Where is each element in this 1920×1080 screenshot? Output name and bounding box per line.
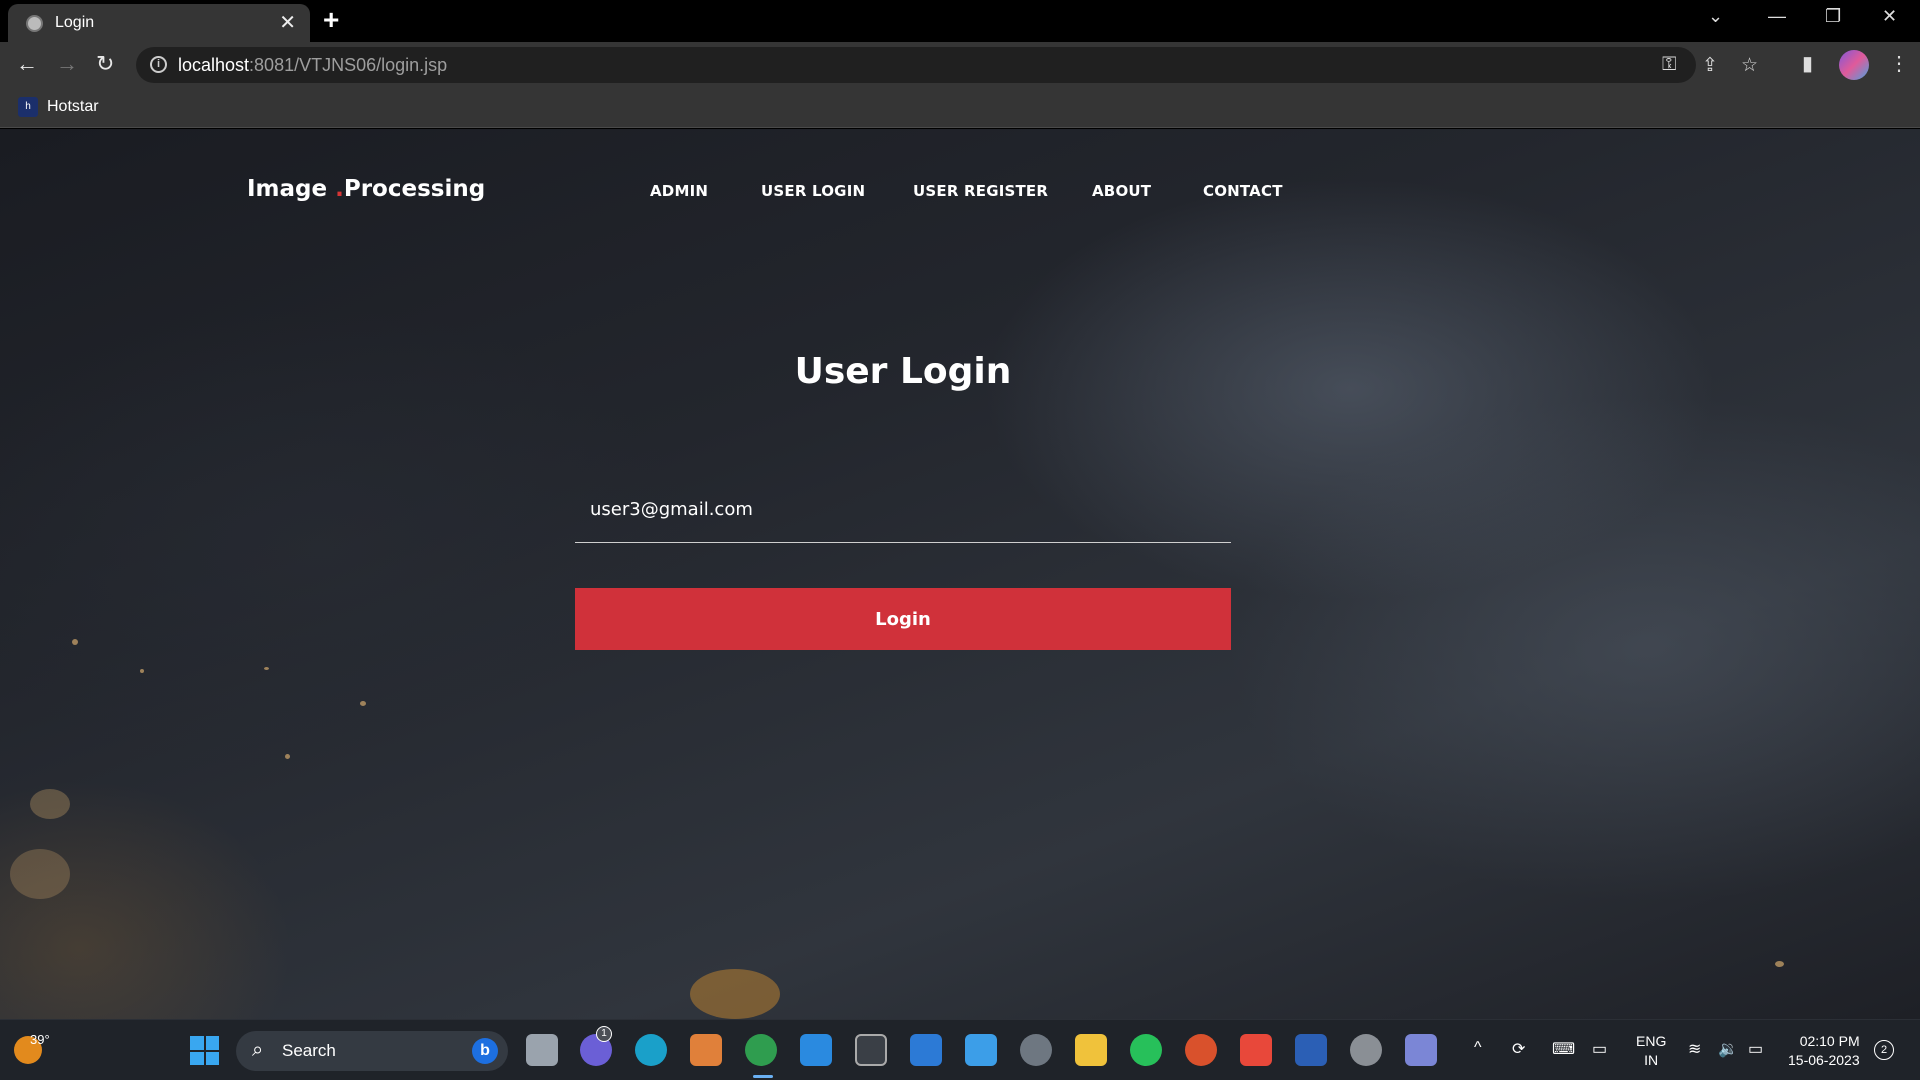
nav-contact[interactable]: CONTACT <box>1203 182 1283 200</box>
key-icon[interactable]: ⚿ <box>1662 54 1676 76</box>
teams-badge: 1 <box>596 1026 612 1042</box>
chevron-up-icon[interactable]: ^ <box>1474 1039 1482 1057</box>
bookmark-hotstar[interactable]: Hotstar <box>47 98 99 116</box>
vscode-icon[interactable] <box>800 1034 832 1066</box>
globe-icon <box>26 15 43 32</box>
tablet-icon[interactable]: ▭ <box>1592 1039 1607 1059</box>
bookmarks-bar: h Hotstar <box>0 88 1920 128</box>
lang-code: ENG <box>1636 1033 1667 1049</box>
close-tab-icon[interactable]: ✕ <box>279 10 296 35</box>
clock-time: 02:10 PM <box>1799 1033 1860 1049</box>
site-brand[interactable]: Image .Processing <box>247 176 485 202</box>
eclipse-icon[interactable] <box>1405 1034 1437 1066</box>
wifi-icon[interactable]: ≋ <box>1688 1039 1701 1059</box>
nav-user-login[interactable]: USER LOGIN <box>761 182 865 200</box>
volume-icon[interactable]: 🔉 <box>1718 1039 1738 1059</box>
battery-icon[interactable]: ▭ <box>1748 1039 1763 1059</box>
nav-about[interactable]: ABOUT <box>1092 182 1151 200</box>
email-field-wrap <box>575 477 1231 543</box>
window-close-icon[interactable]: ✕ <box>1882 6 1897 27</box>
tab-strip: Login ✕ + ⌄ — ❐ ✕ <box>0 0 1920 42</box>
lang-region: IN <box>1644 1052 1659 1068</box>
terminal-icon[interactable] <box>855 1034 887 1066</box>
page-title: User Login <box>794 351 1012 392</box>
decor-speck <box>72 639 78 645</box>
tab-title: Login <box>55 14 95 31</box>
address-bar[interactable]: i localhost:8081/VTJNS06/login.jsp ⚿ ⇪ ☆ <box>136 47 1758 83</box>
notepad-icon[interactable] <box>965 1034 997 1066</box>
mysql-icon[interactable] <box>910 1034 942 1066</box>
notification-badge[interactable]: 2 <box>1874 1040 1894 1060</box>
bing-icon[interactable]: b <box>472 1038 498 1064</box>
task-view-icon[interactable] <box>526 1034 558 1066</box>
browser-tab[interactable]: Login ✕ <box>8 4 310 42</box>
profile-avatar[interactable] <box>1839 50 1869 80</box>
brand-word-1: Image <box>247 176 328 202</box>
restore-icon[interactable]: ❐ <box>1825 6 1841 27</box>
nav-user-register[interactable]: USER REGISTER <box>913 182 1048 200</box>
decor-speck <box>30 789 70 819</box>
word-icon[interactable] <box>1295 1034 1327 1066</box>
login-button[interactable]: Login <box>575 588 1231 650</box>
decor-speck <box>264 667 269 670</box>
decor-speck <box>140 669 144 673</box>
forward-icon[interactable]: → <box>56 51 78 77</box>
clock[interactable]: 02:10 PM 15-06-2023 <box>1788 1032 1860 1070</box>
powerpoint-icon[interactable] <box>1185 1034 1217 1066</box>
decor-speck <box>285 754 290 759</box>
nav-admin[interactable]: ADMIN <box>650 182 708 200</box>
side-panel-icon[interactable]: ▮ <box>1802 51 1813 76</box>
browser-toolbar: ← → ↻ i localhost:8081/VTJNS06/login.jsp… <box>0 42 1920 88</box>
settings-icon[interactable] <box>1020 1034 1052 1066</box>
edge-icon[interactable] <box>635 1034 667 1066</box>
file-explorer-icon[interactable] <box>1075 1034 1107 1066</box>
start-icon[interactable] <box>190 1036 219 1065</box>
brand-word-2: Processing <box>343 176 486 202</box>
bookmark-star-icon[interactable]: ☆ <box>1741 54 1758 77</box>
url-path: :8081/VTJNS06/login.jsp <box>249 55 448 75</box>
reload-icon[interactable]: ↻ <box>96 51 114 77</box>
hotstar-icon: h <box>18 97 38 117</box>
gmail-icon[interactable] <box>1240 1034 1272 1066</box>
site-info-icon[interactable]: i <box>150 56 167 73</box>
menu-icon[interactable]: ⋮ <box>1889 51 1909 76</box>
whatsapp-icon[interactable] <box>1130 1034 1162 1066</box>
share-icon[interactable]: ⇪ <box>1702 54 1718 77</box>
gear-app-icon[interactable] <box>1350 1034 1382 1066</box>
taskbar-search[interactable]: ⌕ Search b <box>236 1031 508 1071</box>
decor-speck <box>1775 961 1784 967</box>
url-host: localhost <box>178 55 250 75</box>
chrome-icon[interactable] <box>745 1034 777 1066</box>
chrome-active-indicator <box>753 1075 773 1078</box>
decor-speck <box>690 969 780 1019</box>
minimize-icon[interactable]: — <box>1768 6 1786 27</box>
search-label: Search <box>282 1041 336 1060</box>
page-background: Image .Processing ADMIN USER LOGIN USER … <box>0 129 1920 1019</box>
taskbar: 39° ⌕ Search b 1 ^ ⟳ ⌨ ▭ ENG IN ≋ 🔉 ▭ 02… <box>0 1019 1920 1080</box>
brand-dot: . <box>327 176 344 202</box>
search-icon: ⌕ <box>252 1039 264 1061</box>
keyboard-icon[interactable]: ⌨ <box>1552 1039 1575 1059</box>
url-text[interactable]: localhost:8081/VTJNS06/login.jsp <box>178 55 447 76</box>
language-indicator[interactable]: ENG IN <box>1636 1032 1666 1070</box>
decor-speck <box>10 849 70 899</box>
decor-speck <box>360 701 366 706</box>
new-tab-icon[interactable]: + <box>323 4 339 36</box>
clock-date: 15-06-2023 <box>1788 1052 1860 1068</box>
sync-icon[interactable]: ⟳ <box>1512 1039 1525 1059</box>
store-icon[interactable] <box>690 1034 722 1066</box>
tab-search-icon[interactable]: ⌄ <box>1708 6 1723 27</box>
weather-temp: 39° <box>30 1032 50 1047</box>
back-icon[interactable]: ← <box>16 51 38 77</box>
email-field[interactable] <box>575 477 1231 542</box>
